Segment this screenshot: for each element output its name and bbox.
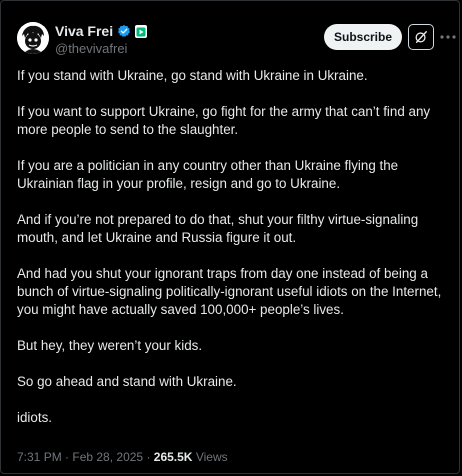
post-paragraph: idiots. xyxy=(17,410,52,425)
post-text: If you stand with Ukraine, go stand with… xyxy=(17,67,449,445)
post-meta: 7:31 PM · Feb 28, 2025 · 265.5K Views xyxy=(17,450,228,464)
name-row: Viva Frei xyxy=(55,23,148,39)
post-paragraph: If you want to support Ukraine, go fight… xyxy=(17,104,431,137)
subscribe-button[interactable]: Subscribe xyxy=(324,24,402,50)
more-options-button[interactable] xyxy=(439,27,457,47)
meta-separator: · xyxy=(61,450,73,464)
post-date[interactable]: Feb 28, 2025 xyxy=(72,450,143,464)
display-name[interactable]: Viva Frei xyxy=(55,23,113,39)
affiliate-badge-icon[interactable] xyxy=(135,25,148,38)
meta-separator: · xyxy=(143,450,154,464)
post-paragraph: And had you shut your ignorant traps fro… xyxy=(17,266,442,317)
post-paragraph: So go ahead and stand with Ukraine. xyxy=(17,374,237,389)
post-paragraph: And if you’re not prepared to do that, s… xyxy=(17,212,419,245)
post-time[interactable]: 7:31 PM xyxy=(17,450,62,464)
grok-button[interactable] xyxy=(408,24,434,50)
grok-slash-icon xyxy=(415,31,427,43)
post-paragraph: If you are a politician in any country o… xyxy=(17,158,399,191)
views-label: Views xyxy=(192,450,228,464)
post-header: Viva Frei @thevivafrei Subscribe xyxy=(1,1,459,63)
user-handle[interactable]: @thevivafrei xyxy=(55,41,127,56)
avatar[interactable] xyxy=(17,22,49,54)
more-dots-icon xyxy=(440,35,456,39)
views-count[interactable]: 265.5K xyxy=(154,450,193,464)
post-paragraph: If you stand with Ukraine, go stand with… xyxy=(17,68,368,83)
post-card: Viva Frei @thevivafrei Subscribe If you … xyxy=(0,0,460,474)
post-paragraph: But hey, they weren’t your kids. xyxy=(17,338,203,353)
avatar-image xyxy=(17,22,49,54)
verified-badge-icon[interactable] xyxy=(117,24,131,38)
